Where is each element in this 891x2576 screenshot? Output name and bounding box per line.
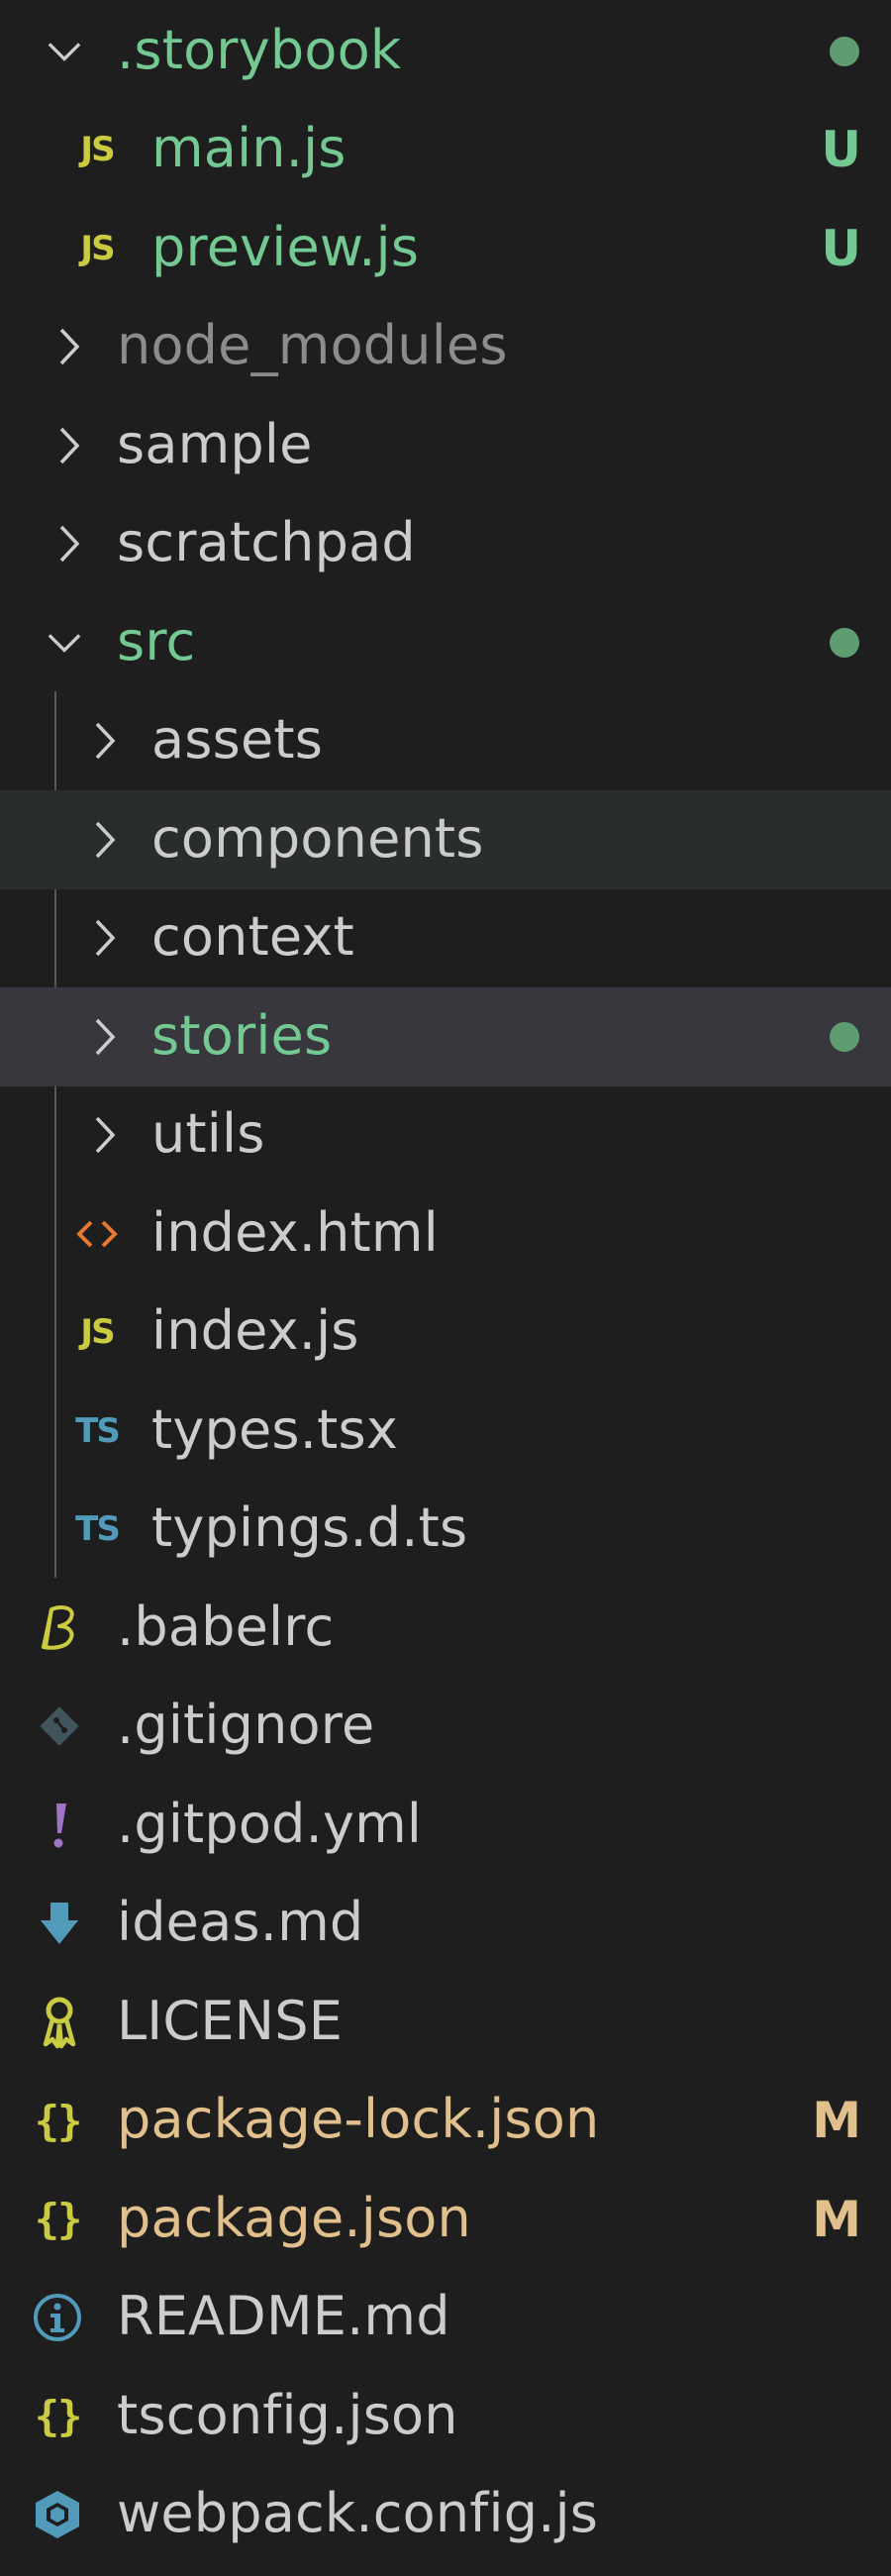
tree-row-types-tsx[interactable]: TS types.tsx [0,1382,891,1481]
tree-row-preview-js[interactable]: JS preview.js U [0,199,891,298]
tree-row-label: main.js [151,117,346,180]
tree-row-babelrc[interactable]: .babelrc [0,1579,891,1678]
tree-row-label: scratchpad [117,511,416,574]
tree-row-gitpod-yml[interactable]: .gitpod.yml [0,1776,891,1875]
tree-row-stories-folder[interactable]: stories [0,987,891,1086]
tree-row-label: ideas.md [117,1891,364,1954]
file-explorer-tree: .storybook JS main.js U JS preview.js U … [0,2,891,2564]
git-file-icon [34,1700,85,1752]
tree-row-label: types.tsx [151,1397,398,1461]
chevron-down-icon [47,623,82,663]
git-status-badge: M [812,2190,861,2248]
tree-row-label: README.md [117,2285,450,2348]
tree-row-storybook-folder[interactable]: .storybook [0,2,891,101]
tree-row-label: tsconfig.json [117,2383,458,2446]
git-status-dot [830,36,859,66]
chevron-right-icon [87,820,123,860]
javascript-file-icon: JS [80,130,115,170]
tree-row-label: index.js [151,1299,359,1363]
tree-row-label: components [151,806,484,870]
chevron-right-icon [87,918,123,958]
typescript-file-icon: TS [75,1509,121,1550]
git-status-badge: M [812,2092,861,2150]
tree-row-scratchpad-folder[interactable]: scratchpad [0,495,891,594]
tree-row-label: typings.d.ts [151,1496,468,1560]
tree-row-package-lock-json[interactable]: {} package-lock.json M [0,2072,891,2171]
yaml-exclamation-icon [34,1800,85,1851]
tree-row-label: webpack.config.js [117,2482,599,2545]
license-file-icon [34,1997,85,2048]
tree-row-label: .gitignore [117,1694,375,1757]
javascript-file-icon: JS [80,228,115,268]
tree-row-label: stories [151,1003,333,1067]
typescript-file-icon: TS [75,1410,121,1451]
git-status-dot [830,1021,859,1052]
tree-row-label: LICENSE [117,1989,344,2052]
tree-row-tsconfig-json[interactable]: {} tsconfig.json [0,2367,891,2466]
tree-row-label: utils [151,1102,265,1166]
json-file-icon: {} [34,2392,83,2441]
chevron-right-icon [51,524,87,564]
tree-row-license[interactable]: LICENSE [0,1973,891,2072]
tree-row-label: assets [151,708,324,772]
git-status-dot [830,627,859,658]
tree-row-label: preview.js [151,215,420,278]
tree-row-label: .storybook [117,18,402,81]
info-file-icon [32,2292,83,2343]
tree-row-label: sample [117,412,313,475]
markdown-file-icon [34,1898,85,1949]
git-status-badge: U [821,121,861,179]
tree-row-context-folder[interactable]: context [0,889,891,988]
git-status-badge: U [821,219,861,277]
tree-row-ideas-md[interactable]: ideas.md [0,1875,891,1974]
tree-row-assets-folder[interactable]: assets [0,692,891,791]
chevron-right-icon [87,1017,123,1057]
babel-file-icon [34,1602,85,1654]
tree-row-main-js[interactable]: JS main.js U [0,101,891,200]
tree-row-components-folder[interactable]: components [0,790,891,889]
tree-row-webpack-config-js[interactable]: webpack.config.js [0,2466,891,2565]
tree-row-label: package.json [117,2186,471,2249]
chevron-right-icon [51,426,87,465]
json-file-icon: {} [34,2096,83,2145]
tree-row-node-modules-folder[interactable]: node_modules [0,298,891,397]
chevron-right-icon [51,327,87,366]
tree-row-src-folder[interactable]: src [0,593,891,692]
tree-row-label: context [151,905,354,969]
chevron-right-icon [87,721,123,761]
tree-row-package-json[interactable]: {} package.json M [0,2170,891,2269]
tree-row-index-html[interactable]: index.html [0,1185,891,1284]
tree-row-sample-folder[interactable]: sample [0,396,891,495]
javascript-file-icon: JS [80,1312,115,1353]
tree-row-label: package-lock.json [117,2088,600,2151]
chevron-down-icon [47,32,82,71]
tree-row-label: node_modules [117,314,508,377]
tree-row-gitignore[interactable]: .gitignore [0,1678,891,1777]
tree-row-typings-d-ts[interactable]: TS typings.d.ts [0,1481,891,1580]
tree-row-label: .gitpod.yml [117,1792,423,1855]
webpack-file-icon [32,2489,83,2540]
tree-row-index-js[interactable]: JS index.js [0,1284,891,1383]
json-file-icon: {} [34,2195,83,2244]
html-file-icon [71,1208,123,1260]
tree-row-label: .babelrc [117,1595,335,1658]
tree-row-label: src [117,609,196,672]
chevron-right-icon [87,1115,123,1155]
tree-row-readme-md[interactable]: README.md [0,2269,891,2368]
tree-row-label: index.html [151,1200,439,1264]
tree-row-utils-folder[interactable]: utils [0,1086,891,1185]
